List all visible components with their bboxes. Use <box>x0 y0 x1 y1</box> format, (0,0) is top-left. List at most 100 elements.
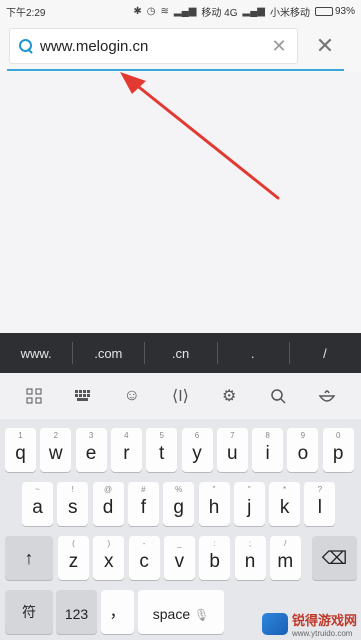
key-label: g <box>173 497 184 518</box>
suggestion-item[interactable]: / <box>288 341 361 364</box>
suggestion-item[interactable]: www. <box>0 346 72 361</box>
suggestion-item[interactable]: . <box>216 341 289 364</box>
key-label: u <box>227 443 238 464</box>
close-button[interactable]: ✕ <box>310 32 340 60</box>
key-t[interactable]: 5t <box>146 428 178 472</box>
key-h[interactable]: " h <box>198 482 230 526</box>
key-hint: 8 <box>265 431 270 440</box>
status-right: ✱ ◷ ≋ ▂▄▆ 移动 4G ▂▄▆ 小米移动 93% <box>133 4 355 19</box>
focus-underline <box>7 69 344 71</box>
key-c[interactable]: -c <box>128 536 160 580</box>
key-label: y <box>192 443 202 464</box>
key-hint: 5 <box>159 431 164 440</box>
key-label: t <box>159 443 165 464</box>
key-x[interactable]: ) x <box>93 536 125 580</box>
numbers-key[interactable]: 123 <box>56 590 97 634</box>
key-label: w <box>48 443 63 464</box>
key-hint: 3 <box>88 431 94 440</box>
key-o[interactable]: 9o <box>287 428 319 472</box>
search-icon[interactable] <box>263 381 293 411</box>
grid-icon[interactable] <box>19 381 49 411</box>
key-label: k <box>279 497 290 518</box>
battery-indicator: 93% <box>314 6 355 17</box>
watermark-text: 锐得游戏网 www.ytruido.com <box>292 610 357 638</box>
key-hint: _ <box>177 539 182 548</box>
key-z[interactable]: (z <box>58 536 89 580</box>
voice-bowl-icon[interactable] <box>312 381 342 411</box>
key-hint: - <box>142 539 146 548</box>
battery-icon <box>314 6 333 16</box>
key-r[interactable]: 4r <box>110 428 142 472</box>
symbol-key[interactable]: 符 <box>5 590 53 634</box>
key-label: z <box>68 551 79 572</box>
space-key-label: space 🎙 <box>138 606 224 622</box>
key-hint: ! <box>71 485 74 494</box>
carrier-primary: 移动 4G <box>201 7 238 19</box>
key-hint: % <box>175 485 183 494</box>
key-label: c <box>139 551 149 572</box>
key-hint: ( <box>72 539 75 548</box>
watermark-logo <box>261 613 288 635</box>
space-key[interactable]: space 🎙 <box>138 590 224 634</box>
key-label: j <box>247 497 252 518</box>
key-w[interactable]: 2w <box>40 428 72 472</box>
key-p[interactable]: 0p <box>322 428 354 472</box>
key-j[interactable]: " j <box>233 482 265 526</box>
backspace-key[interactable]: ⌫ <box>312 536 357 580</box>
comma-key[interactable]: ， <box>101 590 134 634</box>
key-s[interactable]: ! s <box>57 482 89 526</box>
key-k[interactable]: * k <box>269 482 301 526</box>
emoji-icon[interactable]: ☺ <box>117 381 147 411</box>
alarm-icon: ◷ <box>146 5 156 17</box>
url-text[interactable]: www.melogin.cn <box>40 38 269 55</box>
key-l[interactable]: ? l <box>304 482 336 526</box>
key-q[interactable]: 1q <box>5 428 36 472</box>
watermark-title: 锐得游戏网 <box>291 613 357 628</box>
key-label: b <box>209 551 220 572</box>
cursor-icon[interactable]: ⟨I⟩ <box>165 381 195 411</box>
key-g[interactable]: % g <box>163 482 195 526</box>
key-label: i <box>265 443 270 464</box>
numpad-icon[interactable] <box>68 381 98 411</box>
key-hint: " <box>212 485 216 494</box>
url-input[interactable]: www.melogin.cn ✕ <box>9 28 298 64</box>
key-label: m <box>277 551 294 572</box>
key-hint: 0 <box>335 431 341 440</box>
watermark: 锐得游戏网 www.ytruido.com <box>261 610 357 638</box>
key-b[interactable]: :b <box>199 536 231 580</box>
key-label: r <box>123 443 130 464</box>
space-label: space <box>152 606 191 622</box>
clear-url-button[interactable]: ✕ <box>269 36 289 57</box>
key-e[interactable]: 3e <box>75 428 107 472</box>
suggestion-item[interactable]: .cn <box>144 341 216 364</box>
wifi-icon: ≋ <box>160 5 169 17</box>
symbol-key-label: 符 <box>22 604 36 620</box>
key-label: q <box>15 443 26 464</box>
status-time: 下午2:29 <box>6 7 46 19</box>
shift-key[interactable]: ↑ <box>5 536 53 580</box>
key-d[interactable]: @ d <box>92 482 124 526</box>
key-m[interactable]: / m <box>269 536 301 580</box>
keyboard-toolbar: ☺ ⟨I⟩ ⚙ <box>0 373 361 419</box>
backspace-icon: ⌫ <box>321 548 348 568</box>
key-n[interactable]: ; n <box>234 536 266 580</box>
key-i[interactable]: 8i <box>252 428 284 472</box>
key-hint: 6 <box>194 431 200 440</box>
key-hint: * <box>283 485 287 494</box>
address-area: www.melogin.cn ✕ ✕ <box>0 22 361 72</box>
key-label: o <box>297 443 309 464</box>
key-a[interactable]: ~ a <box>22 482 53 526</box>
signal-icon-2: ▂▄▆ <box>242 5 265 17</box>
shift-key-label: ↑ <box>24 548 34 568</box>
page-content <box>0 72 361 333</box>
key-v[interactable]: _ v <box>163 536 195 580</box>
suggestion-item[interactable]: .com <box>72 341 144 364</box>
settings-icon[interactable]: ⚙ <box>214 381 244 411</box>
key-f[interactable]: # f <box>127 482 159 526</box>
signal-icon: ▂▄▆ <box>173 5 197 17</box>
key-u[interactable]: 7u <box>216 428 248 472</box>
key-label: v <box>174 551 185 572</box>
key-label: p <box>332 443 344 464</box>
key-y[interactable]: 6y <box>181 428 213 472</box>
key-hint: 4 <box>124 431 129 440</box>
